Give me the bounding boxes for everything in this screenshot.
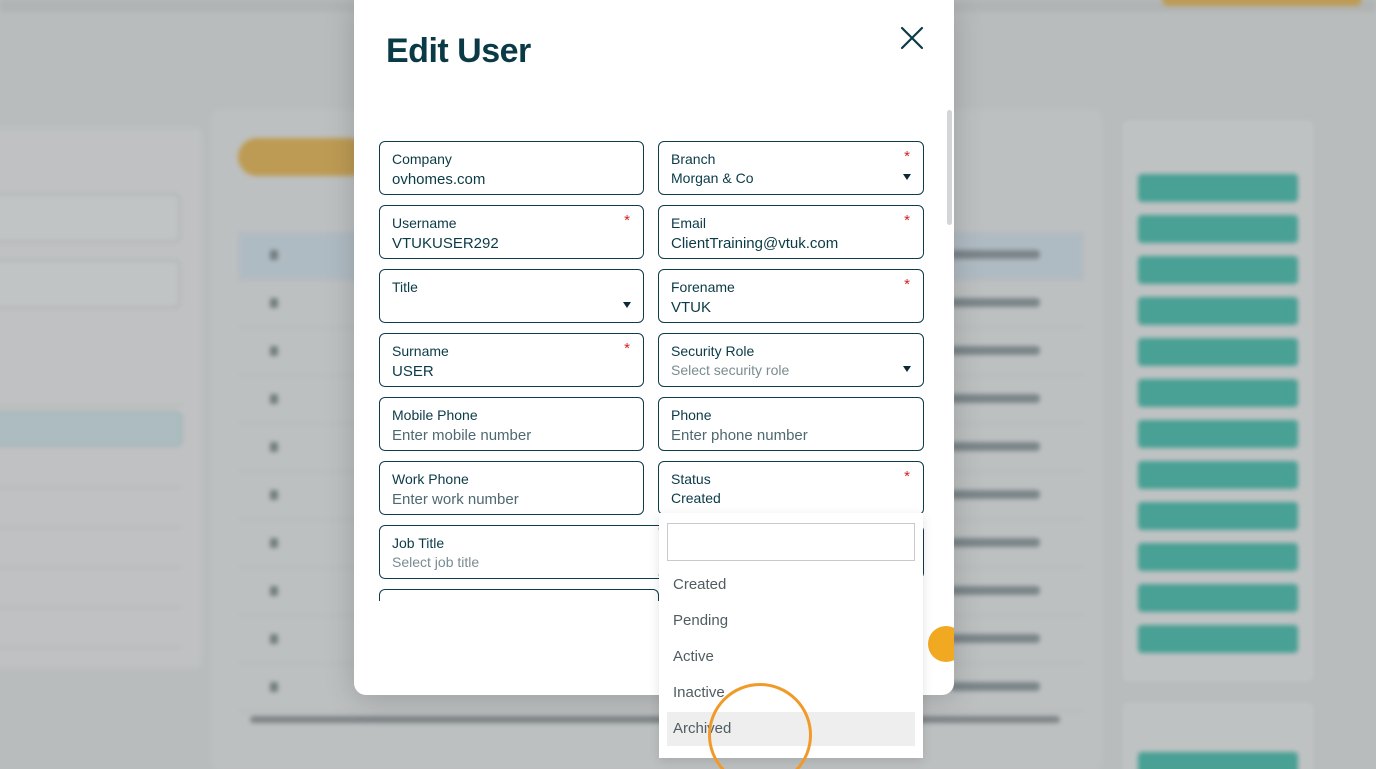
status-value: Created (671, 490, 721, 506)
job-title-label: Job Title (392, 535, 445, 551)
title-select[interactable]: Title (379, 269, 644, 323)
mobile-phone-field[interactable]: Mobile Phone Enter mobile number (379, 397, 644, 451)
status-option-created[interactable]: Created (667, 568, 915, 602)
work-phone-label: Work Phone (392, 471, 469, 487)
status-option-archived[interactable]: Archived (667, 712, 915, 746)
next-field-partial[interactable] (379, 589, 659, 601)
security-role-placeholder: Select security role (671, 362, 790, 378)
branch-value: Morgan & Co (671, 170, 754, 186)
username-value[interactable]: VTUKUSER292 (392, 235, 499, 252)
branch-label: Branch (671, 151, 716, 167)
status-option-pending[interactable]: Pending (667, 604, 915, 638)
modal-scrollbar[interactable] (947, 110, 952, 225)
phone-placeholder[interactable]: Enter phone number (671, 427, 808, 444)
chevron-down-icon[interactable] (903, 366, 911, 372)
mobile-phone-label: Mobile Phone (392, 407, 478, 423)
required-marker: * (904, 148, 910, 165)
title-label: Title (392, 279, 418, 295)
forename-label: Forename (671, 279, 735, 295)
surname-label: Surname (392, 343, 449, 359)
chevron-down-icon[interactable] (623, 302, 631, 308)
status-label: Status (671, 471, 711, 487)
security-role-select[interactable]: Security Role Select security role (658, 333, 924, 387)
security-role-label: Security Role (671, 343, 755, 359)
required-marker: * (624, 212, 630, 229)
surname-field[interactable]: Surname * USER (379, 333, 644, 387)
surname-value[interactable]: USER (392, 363, 434, 380)
phone-label: Phone (671, 407, 712, 423)
required-marker: * (624, 340, 630, 357)
username-label: Username (392, 215, 457, 231)
required-marker: * (904, 276, 910, 293)
job-title-placeholder: Select job title (392, 554, 480, 570)
email-field[interactable]: Email * ClientTraining@vtuk.com (658, 205, 924, 259)
modal-title: Edit User (386, 32, 531, 70)
status-dropdown: Created Pending Active Inactive Archived (659, 513, 923, 758)
forename-value[interactable]: VTUK (671, 299, 711, 316)
work-phone-field[interactable]: Work Phone Enter work number (379, 461, 644, 515)
username-field[interactable]: Username * VTUKUSER292 (379, 205, 644, 259)
required-marker: * (904, 468, 910, 485)
email-value[interactable]: ClientTraining@vtuk.com (671, 235, 838, 252)
close-icon[interactable] (898, 24, 926, 52)
save-button[interactable] (928, 626, 954, 662)
forename-field[interactable]: Forename * VTUK (658, 269, 924, 323)
company-value[interactable]: ovhomes.com (392, 171, 485, 188)
status-option-active[interactable]: Active (667, 640, 915, 674)
status-select[interactable]: Status * Created (658, 461, 924, 515)
company-label: Company (392, 151, 452, 167)
status-option-inactive[interactable]: Inactive (667, 676, 915, 710)
work-phone-placeholder[interactable]: Enter work number (392, 491, 519, 508)
required-marker: * (904, 212, 910, 229)
job-title-select[interactable]: Job Title Select job title (379, 525, 679, 579)
email-label: Email (671, 215, 707, 231)
status-search-input[interactable] (667, 523, 915, 561)
company-field[interactable]: Company ovhomes.com (379, 141, 644, 195)
close-button[interactable] (898, 24, 926, 52)
mobile-phone-placeholder[interactable]: Enter mobile number (392, 427, 531, 444)
phone-field[interactable]: Phone Enter phone number (658, 397, 924, 451)
branch-select[interactable]: Branch * Morgan & Co (658, 141, 924, 195)
chevron-down-icon[interactable] (903, 174, 911, 180)
